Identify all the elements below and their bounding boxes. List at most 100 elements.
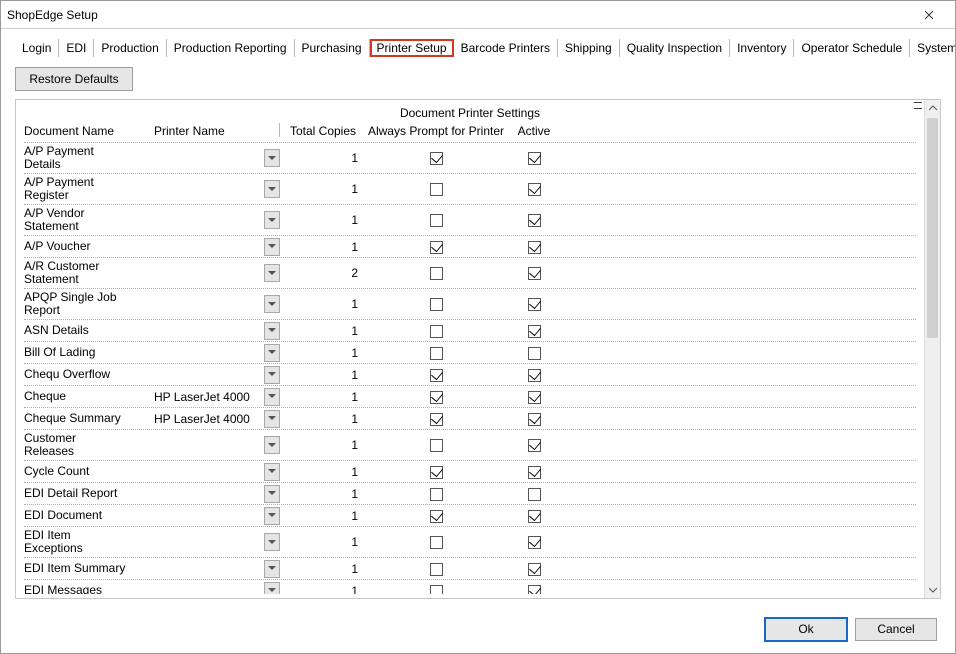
cell-total-copies[interactable]: 1 xyxy=(280,436,366,454)
tab-production-reporting[interactable]: Production Reporting xyxy=(167,39,295,57)
printer-dropdown-button[interactable] xyxy=(264,436,280,454)
printer-dropdown-button[interactable] xyxy=(264,322,280,340)
col-printer-name[interactable]: Printer Name xyxy=(154,124,264,138)
tab-printer-setup[interactable]: Printer Setup xyxy=(370,39,454,57)
cell-printer-name[interactable] xyxy=(154,540,264,544)
cell-total-copies[interactable]: 1 xyxy=(280,463,366,481)
cell-document-name[interactable]: ASN Details xyxy=(24,322,154,339)
cell-printer-name[interactable] xyxy=(154,567,264,571)
col-document-name[interactable]: Document Name xyxy=(24,124,154,138)
printer-dropdown-button[interactable] xyxy=(264,463,280,481)
vertical-scrollbar[interactable] xyxy=(924,100,940,598)
scroll-up-button[interactable] xyxy=(925,100,940,116)
cell-total-copies[interactable]: 1 xyxy=(280,295,366,313)
cell-printer-name[interactable] xyxy=(154,470,264,474)
printer-dropdown-button[interactable] xyxy=(264,180,280,198)
printer-dropdown-button[interactable] xyxy=(264,507,280,525)
active-checkbox[interactable] xyxy=(528,152,541,165)
cell-printer-name[interactable] xyxy=(154,373,264,377)
active-checkbox[interactable] xyxy=(528,439,541,452)
printer-dropdown-button[interactable] xyxy=(264,149,280,167)
active-checkbox[interactable] xyxy=(528,391,541,404)
cell-printer-name[interactable] xyxy=(154,329,264,333)
printer-dropdown-button[interactable] xyxy=(264,264,280,282)
cell-printer-name[interactable] xyxy=(154,271,264,275)
active-checkbox[interactable] xyxy=(528,325,541,338)
cell-total-copies[interactable]: 1 xyxy=(280,582,366,595)
cell-document-name[interactable]: Cycle Count xyxy=(24,463,154,480)
cell-total-copies[interactable]: 1 xyxy=(280,322,366,340)
col-total-copies[interactable]: Total Copies xyxy=(280,124,366,138)
active-checkbox[interactable] xyxy=(528,466,541,479)
tab-barcode-printers[interactable]: Barcode Printers xyxy=(454,39,558,57)
prompt-checkbox[interactable] xyxy=(430,563,443,576)
cell-total-copies[interactable]: 1 xyxy=(280,410,366,428)
printer-dropdown-button[interactable] xyxy=(264,560,280,578)
tab-edi[interactable]: EDI xyxy=(59,39,94,57)
tab-operator-schedule[interactable]: Operator Schedule xyxy=(794,39,910,57)
active-checkbox[interactable] xyxy=(528,413,541,426)
cell-document-name[interactable]: CustomerReleases xyxy=(24,430,154,460)
cell-total-copies[interactable]: 1 xyxy=(280,238,366,256)
active-checkbox[interactable] xyxy=(528,563,541,576)
cell-document-name[interactable]: Bill Of Lading xyxy=(24,344,154,361)
printer-dropdown-button[interactable] xyxy=(264,295,280,313)
prompt-checkbox[interactable] xyxy=(430,325,443,338)
printer-dropdown-button[interactable] xyxy=(264,366,280,384)
cell-total-copies[interactable]: 1 xyxy=(280,533,366,551)
close-button[interactable] xyxy=(909,2,949,28)
cell-printer-name[interactable]: HP LaserJet 4000 xyxy=(154,388,264,406)
cell-printer-name[interactable] xyxy=(154,218,264,222)
cell-document-name[interactable]: A/P VendorStatement xyxy=(24,205,154,235)
col-active[interactable]: Active xyxy=(506,124,562,138)
tab-quality-inspection[interactable]: Quality Inspection xyxy=(620,39,730,57)
prompt-checkbox[interactable] xyxy=(430,585,443,594)
cell-document-name[interactable]: EDI Document xyxy=(24,507,154,524)
tab-system[interactable]: System xyxy=(910,39,955,57)
cell-total-copies[interactable]: 1 xyxy=(280,560,366,578)
prompt-checkbox[interactable] xyxy=(430,298,443,311)
tab-shipping[interactable]: Shipping xyxy=(558,39,620,57)
cell-document-name[interactable]: A/P Voucher xyxy=(24,238,154,255)
ok-button[interactable]: Ok xyxy=(765,618,847,641)
cell-total-copies[interactable]: 2 xyxy=(280,264,366,282)
prompt-checkbox[interactable] xyxy=(430,510,443,523)
cell-document-name[interactable]: Cheque xyxy=(24,388,154,405)
prompt-checkbox[interactable] xyxy=(430,488,443,501)
active-checkbox[interactable] xyxy=(528,267,541,280)
scroll-down-button[interactable] xyxy=(925,582,940,598)
cell-total-copies[interactable]: 1 xyxy=(280,211,366,229)
cell-total-copies[interactable]: 1 xyxy=(280,149,366,167)
cell-total-copies[interactable]: 1 xyxy=(280,507,366,525)
cell-document-name[interactable]: A/P PaymentRegister xyxy=(24,174,154,204)
cell-total-copies[interactable]: 1 xyxy=(280,344,366,362)
prompt-checkbox[interactable] xyxy=(430,391,443,404)
printer-dropdown-button[interactable] xyxy=(264,344,280,362)
active-checkbox[interactable] xyxy=(528,241,541,254)
printer-dropdown-button[interactable] xyxy=(264,211,280,229)
tab-inventory[interactable]: Inventory xyxy=(730,39,794,57)
restore-defaults-button[interactable]: Restore Defaults xyxy=(15,67,133,91)
printer-dropdown-button[interactable] xyxy=(264,582,280,595)
printer-dropdown-button[interactable] xyxy=(264,533,280,551)
prompt-checkbox[interactable] xyxy=(430,439,443,452)
active-checkbox[interactable] xyxy=(528,214,541,227)
tab-purchasing[interactable]: Purchasing xyxy=(295,39,370,57)
printer-dropdown-button[interactable] xyxy=(264,410,280,428)
scroll-thumb[interactable] xyxy=(927,118,938,338)
printer-dropdown-button[interactable] xyxy=(264,388,280,406)
prompt-checkbox[interactable] xyxy=(430,241,443,254)
active-checkbox[interactable] xyxy=(528,183,541,196)
cell-printer-name[interactable] xyxy=(154,443,264,447)
cell-total-copies[interactable]: 1 xyxy=(280,388,366,406)
active-checkbox[interactable] xyxy=(528,510,541,523)
cell-printer-name[interactable] xyxy=(154,187,264,191)
prompt-checkbox[interactable] xyxy=(430,413,443,426)
cell-document-name[interactable]: EDI Item Summary xyxy=(24,560,154,577)
active-checkbox[interactable] xyxy=(528,369,541,382)
cell-document-name[interactable]: EDI Messages xyxy=(24,582,154,594)
prompt-checkbox[interactable] xyxy=(430,214,443,227)
cell-document-name[interactable]: APQP Single JobReport xyxy=(24,289,154,319)
cell-total-copies[interactable]: 1 xyxy=(280,485,366,503)
cell-document-name[interactable]: A/P PaymentDetails xyxy=(24,143,154,173)
